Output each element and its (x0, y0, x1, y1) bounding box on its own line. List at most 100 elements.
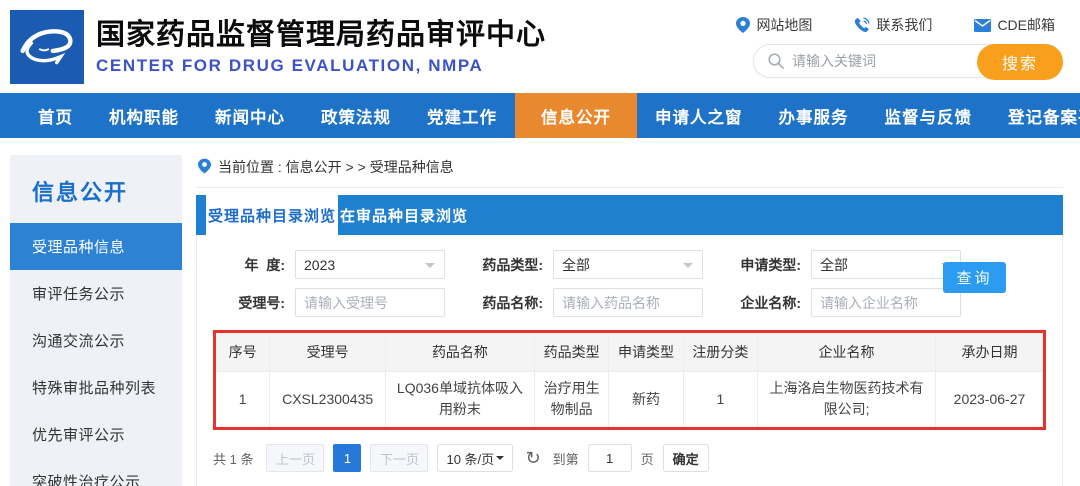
cell-drug-name: LQ036单域抗体吸入用粉末 (385, 370, 535, 427)
sidebar-title: 信息公开 (32, 180, 129, 205)
main-panel: 当前位置 : 信息公开 > > 受理品种信息 受理品种目录浏览 在审品种目录浏览… (196, 155, 1063, 486)
next-page-button[interactable]: 下一页 (370, 444, 429, 472)
tab-under-review-catalog[interactable]: 在审品种目录浏览 (338, 195, 470, 235)
acceptance-no-label: 受理号: (238, 294, 285, 311)
drug-name-label: 药品名称: (482, 294, 543, 311)
nav-item-functions[interactable]: 机构职能 (91, 93, 197, 138)
highlight-box: 序号 受理号 药品名称 药品类型 申请类型 注册分类 企业名称 承办日期 1 C… (213, 330, 1046, 430)
cell-apply-type: 新药 (608, 370, 684, 427)
nav-item-registration-platform[interactable]: 登记备案平台 (990, 93, 1080, 138)
nav-item-policies[interactable]: 政策法规 (303, 93, 409, 138)
page-number-1[interactable]: 1 (333, 444, 362, 472)
goto-label: 到第 (552, 451, 579, 467)
filter-row-2: 受理号: 药品名称: 企业名称: (215, 288, 1046, 317)
filter-drug-name: 药品名称: (473, 288, 703, 317)
drug-type-select[interactable]: 全部 (553, 250, 703, 279)
nav-item-applicant-window[interactable]: 申请人之窗 (637, 93, 761, 138)
company-field (811, 288, 961, 317)
year-value: 2023 (304, 256, 336, 273)
brand: 国家药品监督管理局药品审评中心 CENTER FOR DRUG EVALUATI… (10, 9, 546, 84)
sidebar-item-special-approval[interactable]: 特殊审批品种列表 (10, 364, 182, 411)
prev-page-button[interactable]: 上一页 (266, 444, 325, 472)
tab-accepted-catalog[interactable]: 受理品种目录浏览 (206, 195, 338, 235)
quick-link-label: 联系我们 (876, 17, 933, 33)
pagination: 共 1 条 上一页 1 下一页 10 条/页 ↻ 到第 页 确定 (213, 444, 1046, 472)
table-row: 1 CXSL2300435 LQ036单域抗体吸入用粉末 治疗用生物制品 新药 … (216, 370, 1043, 427)
apply-type-value: 全部 (820, 256, 848, 273)
col-header-drug-name: 药品名称 (385, 333, 535, 372)
goto-page-input[interactable] (587, 444, 632, 472)
goto-unit: 页 (640, 451, 654, 467)
acceptance-no-field (295, 288, 445, 317)
nav-item-news[interactable]: 新闻中心 (197, 93, 303, 138)
nav-item-home[interactable]: 首页 (20, 93, 91, 138)
content-panel: 年 度: 2023 药品类型: 全部 申请类型: 全部 受理号: 请输入受理号 … (196, 235, 1063, 486)
filter-company: 企业名称: (731, 288, 961, 317)
link-contact-us[interactable]: 联系我们 (854, 15, 932, 35)
brand-text: 国家药品监督管理局药品审评中心 CENTER FOR DRUG EVALUATI… (96, 17, 546, 76)
quick-link-label: 网站地图 (756, 17, 813, 33)
sidebar-item-accepted-varieties[interactable]: 受理品种信息 (10, 223, 182, 270)
col-header-date: 承办日期 (934, 333, 1043, 372)
sidebar-item-communication[interactable]: 沟通交流公示 (10, 317, 182, 364)
company-label: 企业名称: (740, 294, 801, 311)
col-header-apply-type: 申请类型 (608, 333, 684, 372)
col-header-company: 企业名称 (757, 333, 936, 372)
breadcrumb-divider (196, 187, 1063, 188)
col-header-drug-type: 药品类型 (533, 333, 610, 372)
nav-item-info-disclosure[interactable]: 信息公开 (515, 93, 637, 138)
search-icon (768, 53, 784, 69)
drug-type-value: 全部 (562, 256, 590, 273)
envelope-icon (974, 18, 992, 32)
company-input[interactable] (820, 294, 952, 311)
filter-year: 年 度: 2023 (215, 250, 445, 279)
col-header-reg-class: 注册分类 (682, 333, 759, 372)
cell-drug-type: 治疗用生物制品 (533, 370, 610, 427)
nav-item-supervision-feedback[interactable]: 监督与反馈 (867, 93, 991, 138)
site-title: 国家药品监督管理局药品审评中心 (96, 18, 547, 51)
cell-company: 上海洛启生物医药技术有限公司; (757, 370, 936, 427)
filter-row-1: 年 度: 2023 药品类型: 全部 申请类型: 全部 (215, 250, 1046, 279)
total-count: 共 1 条 (213, 451, 254, 467)
drug-name-input[interactable] (562, 294, 694, 311)
page-size-select[interactable]: 10 条/页 (437, 444, 514, 472)
page-size-value: 10 条/页 (446, 451, 495, 467)
quick-links: 网站地图 联系我们 CDE邮箱 (736, 15, 1055, 35)
search-button[interactable]: 搜索 (977, 44, 1063, 80)
apply-type-select[interactable]: 全部 (811, 250, 961, 279)
site-header: 国家药品监督管理局药品审评中心 CENTER FOR DRUG EVALUATI… (0, 0, 1080, 93)
col-header-seq: 序号 (216, 333, 271, 372)
phone-icon (854, 17, 870, 33)
confirm-button[interactable]: 确定 (662, 444, 709, 472)
link-site-map[interactable]: 网站地图 (736, 15, 812, 35)
nav-item-party-building[interactable]: 党建工作 (409, 93, 515, 138)
cde-logo (10, 9, 84, 84)
drug-name-field (553, 288, 703, 317)
filter-drug-type: 药品类型: 全部 (473, 250, 703, 279)
sidebar-item-review-tasks[interactable]: 审评任务公示 (10, 270, 182, 317)
nav-item-services[interactable]: 办事服务 (761, 93, 867, 138)
filter-acceptance-no: 受理号: (215, 288, 445, 317)
cell-reg-class: 1 (682, 370, 759, 427)
query-button[interactable]: 查询 (943, 262, 1006, 293)
breadcrumb: 当前位置 : 信息公开 > > 受理品种信息 (196, 155, 1063, 187)
year-select[interactable]: 2023 (295, 250, 445, 279)
refresh-icon[interactable]: ↻ (525, 449, 540, 467)
main-nav: 首页 机构职能 新闻中心 政策法规 党建工作 信息公开 申请人之窗 办事服务 监… (0, 93, 1080, 138)
results-table: 序号 受理号 药品名称 药品类型 申请类型 注册分类 企业名称 承办日期 1 C… (216, 333, 1043, 427)
cell-acceptance-no: CXSL2300435 (269, 370, 387, 427)
link-cde-mail[interactable]: CDE邮箱 (974, 15, 1055, 35)
sidebar-item-priority-review[interactable]: 优先审评公示 (10, 411, 182, 458)
filter-form: 年 度: 2023 药品类型: 全部 申请类型: 全部 受理号: 请输入受理号 … (213, 248, 1046, 317)
sidebar-item-breakthrough-therapy[interactable]: 突破性治疗公示 (10, 458, 182, 486)
tab-strip: 受理品种目录浏览 在审品种目录浏览 (196, 195, 1063, 235)
search-bar: 搜索 (753, 44, 1063, 80)
drug-type-label: 药品类型: (482, 256, 543, 273)
acceptance-no-input[interactable] (304, 294, 436, 311)
cell-seq: 1 (216, 370, 271, 427)
breadcrumb-pin-icon (198, 158, 211, 177)
header-right: 网站地图 联系我们 CDE邮箱 请输入关键词 搜索 (736, 15, 1063, 80)
year-label: 年 度: (244, 256, 285, 273)
location-pin-icon (736, 17, 751, 33)
content: 信息公开 受理品种信息 审评任务公示 沟通交流公示 特殊审批品种列表 优先审评公… (0, 138, 1080, 486)
